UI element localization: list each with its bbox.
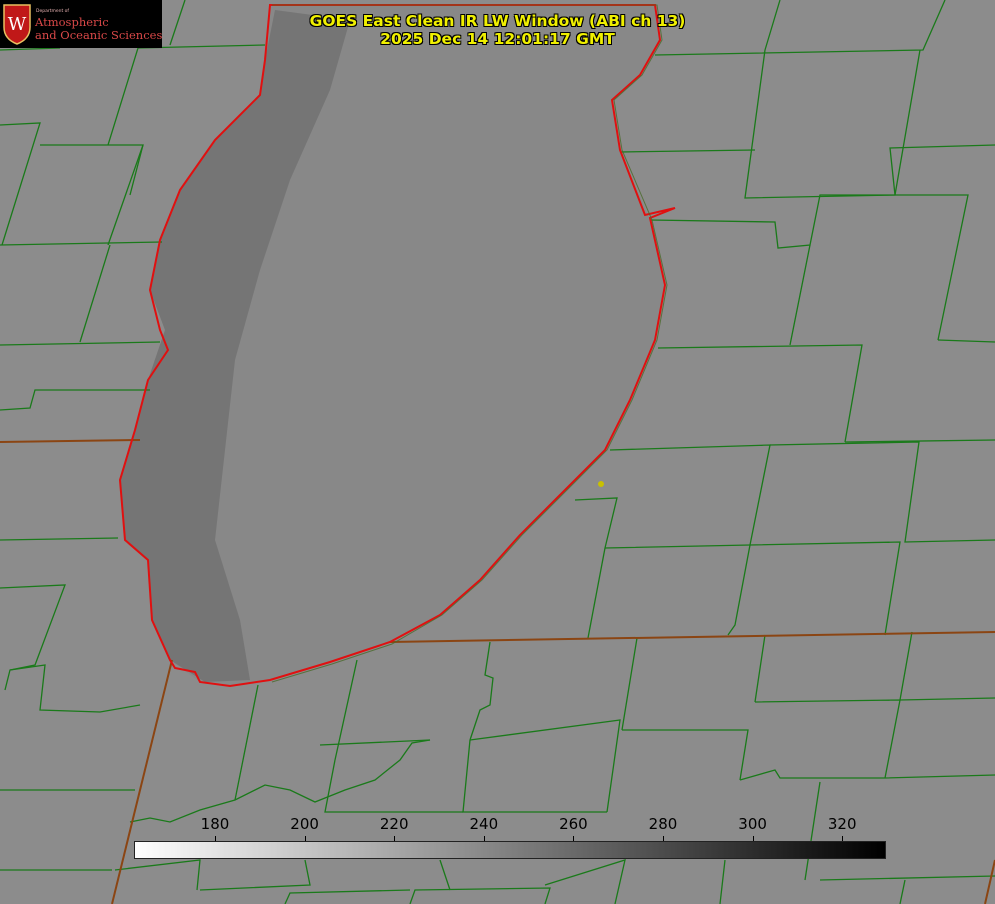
colorbar-tick-label: 320	[827, 815, 857, 833]
image-title: GOES East Clean IR LW Window (ABI ch 13)…	[0, 12, 995, 48]
colorbar-tick-mark	[752, 836, 754, 841]
colorbar-tick-mark	[663, 836, 664, 841]
location-marker	[598, 481, 604, 487]
colorbar	[134, 841, 886, 859]
colorbar-tick-label: 260	[559, 815, 588, 833]
colorbar-tick-label: 180	[200, 815, 230, 833]
colorbar-tick-mark	[842, 836, 844, 841]
colorbar-tick-mark	[215, 836, 216, 841]
colorbar-tick-mark	[304, 836, 306, 841]
satellite-image: W Department of Atmospheric and Oceanic …	[0, 0, 995, 904]
colorbar-tick-label: 280	[648, 815, 678, 833]
colorbar-tick-mark	[394, 836, 396, 841]
colorbar-tick-mark	[483, 836, 485, 841]
colorbar-tick-mark	[573, 836, 575, 841]
title-line1: GOES East Clean IR LW Window (ABI ch 13)	[309, 12, 686, 30]
colorbar-tick-label: 300	[738, 815, 767, 833]
colorbar-tick-label: 220	[379, 815, 409, 833]
map-layer	[0, 0, 995, 904]
title-timestamp: 2025 Dec 14 12:01:17 GMT	[380, 30, 615, 48]
colorbar-tick-label: 240	[469, 815, 499, 833]
colorbar-tick-label: 200	[290, 815, 319, 833]
